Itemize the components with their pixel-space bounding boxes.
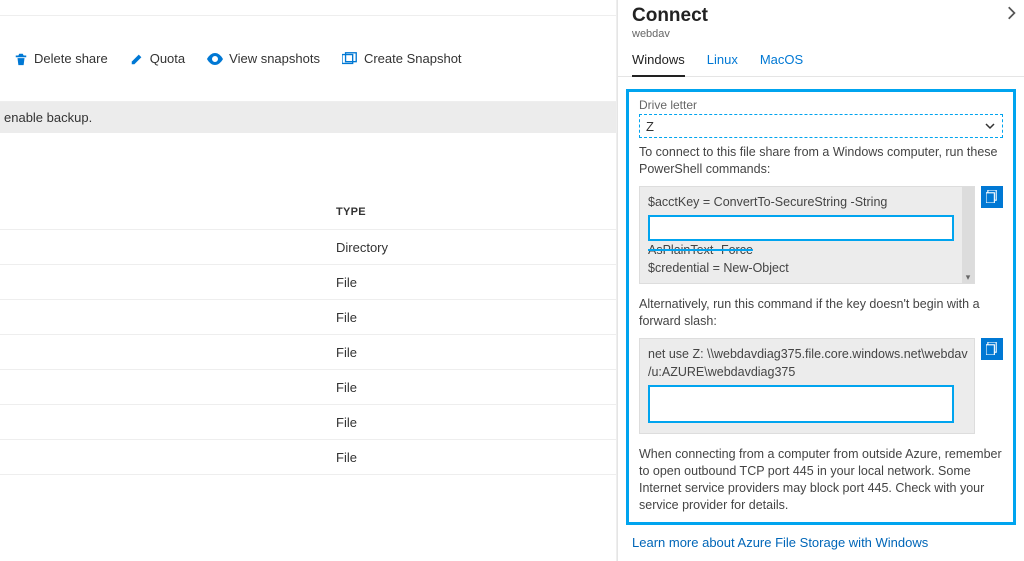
os-tabs: Windows Linux MacOS bbox=[618, 44, 1024, 77]
scroll-down-icon[interactable]: ▾ bbox=[962, 271, 974, 283]
toolbar: Delete share Quota View snapshots Create… bbox=[0, 16, 616, 102]
connect-panel: Connect webdav Windows Linux MacOS Drive… bbox=[617, 0, 1024, 561]
tab-windows[interactable]: Windows bbox=[632, 52, 685, 77]
delete-share-button[interactable]: Delete share bbox=[14, 51, 108, 66]
pencil-icon bbox=[130, 52, 144, 66]
quota-button[interactable]: Quota bbox=[130, 51, 185, 66]
redacted-secret bbox=[648, 215, 954, 241]
panel-title: Connect bbox=[632, 5, 708, 27]
instructions-2: Alternatively, run this command if the k… bbox=[639, 296, 1003, 330]
cell-type: File bbox=[336, 345, 357, 360]
instructions-1: To connect to this file share from a Win… bbox=[639, 144, 1003, 178]
table-row[interactable]: File bbox=[0, 300, 616, 335]
view-snapshots-button[interactable]: View snapshots bbox=[207, 51, 320, 66]
cell-type: File bbox=[336, 415, 357, 430]
panel-body-highlighted: Drive letter Z To connect to this file s… bbox=[626, 89, 1016, 525]
table-row[interactable]: File bbox=[0, 440, 616, 475]
table-row[interactable]: Directory bbox=[0, 230, 616, 265]
tab-macos[interactable]: MacOS bbox=[760, 52, 803, 76]
drive-letter-label: Drive letter bbox=[639, 98, 1003, 112]
chevron-down-icon bbox=[984, 120, 996, 132]
learn-more-link[interactable]: Learn more about Azure File Storage with… bbox=[632, 535, 1010, 550]
table-row[interactable]: File bbox=[0, 370, 616, 405]
toolbar-label: Delete share bbox=[34, 51, 108, 66]
netuse-code-block[interactable]: net use Z: \\webdavdiag375.file.core.win… bbox=[639, 338, 975, 434]
copy-button[interactable] bbox=[981, 186, 1003, 208]
toolbar-label: Quota bbox=[150, 51, 185, 66]
snapshot-icon bbox=[342, 52, 358, 66]
cell-type: File bbox=[336, 310, 357, 325]
backup-banner[interactable]: enable backup. bbox=[0, 102, 616, 133]
cell-type: File bbox=[336, 450, 357, 465]
column-header-type[interactable]: TYPE bbox=[336, 206, 366, 218]
cell-type: File bbox=[336, 275, 357, 290]
main-content: Delete share Quota View snapshots Create… bbox=[0, 0, 617, 561]
copy-button[interactable] bbox=[981, 338, 1003, 360]
eye-icon bbox=[207, 52, 223, 66]
code-line: $acctKey = ConvertTo-SecureString -Strin… bbox=[648, 193, 968, 211]
cell-type: File bbox=[336, 380, 357, 395]
cell-type: Directory bbox=[336, 240, 388, 255]
create-snapshot-button[interactable]: Create Snapshot bbox=[342, 51, 462, 66]
code-line: net use Z: \\webdavdiag375.file.core.win… bbox=[648, 345, 968, 381]
code-line: AsPlainText -Force bbox=[648, 241, 968, 259]
tab-linux[interactable]: Linux bbox=[707, 52, 738, 76]
redacted-secret bbox=[648, 385, 954, 423]
table-row[interactable]: File bbox=[0, 405, 616, 440]
powershell-code-block[interactable]: $acctKey = ConvertTo-SecureString -Strin… bbox=[639, 186, 975, 284]
code-line: $credential = New-Object bbox=[648, 259, 968, 277]
table-row[interactable]: File bbox=[0, 335, 616, 370]
close-icon[interactable] bbox=[1006, 5, 1016, 21]
toolbar-label: View snapshots bbox=[229, 51, 320, 66]
port-445-note: When connecting from a computer from out… bbox=[639, 446, 1003, 514]
table-header-row: TYPE bbox=[0, 195, 616, 230]
panel-subtitle: webdav bbox=[632, 28, 708, 40]
trash-icon bbox=[14, 52, 28, 66]
table-row[interactable]: File bbox=[0, 265, 616, 300]
drive-letter-select[interactable]: Z bbox=[639, 114, 1003, 138]
scrollbar[interactable] bbox=[962, 187, 974, 283]
drive-letter-value: Z bbox=[646, 119, 654, 134]
toolbar-label: Create Snapshot bbox=[364, 51, 462, 66]
file-table: TYPE Directory File File File File File … bbox=[0, 195, 616, 475]
